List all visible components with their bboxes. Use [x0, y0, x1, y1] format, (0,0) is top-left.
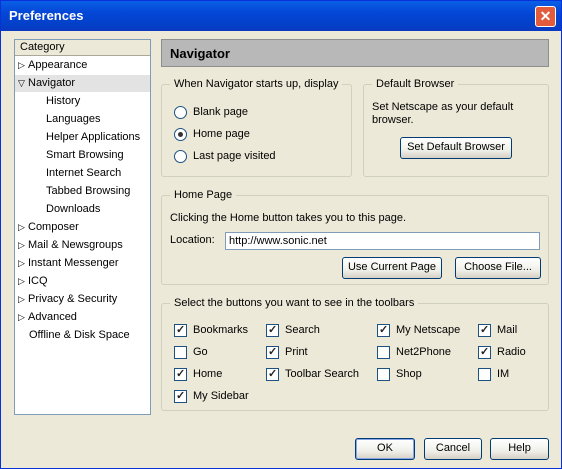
sidebar-item-history[interactable]: History: [46, 93, 80, 110]
checkbox-checked-icon[interactable]: [174, 389, 187, 404]
preferences-window: Preferences ✕ Category ▷ Appearance ▽ Navi…: [0, 0, 562, 469]
home-page-group: Home Page Clicking the Home button takes…: [161, 189, 549, 285]
radio-icon[interactable]: [174, 150, 187, 163]
sidebar-item-composer[interactable]: ▷ Composer: [18, 219, 79, 236]
expand-arrow-icon[interactable]: ▷: [18, 237, 28, 254]
checkbox-checked-icon[interactable]: [174, 323, 187, 338]
home-page-text: Clicking the Home button takes you to th…: [170, 212, 407, 224]
category-tree: Category ▷ Appearance ▽ Navigator History …: [14, 39, 151, 415]
set-default-browser-button[interactable]: Set Default Browser: [400, 137, 512, 159]
choose-file-button[interactable]: Choose File...: [455, 257, 541, 279]
startup-legend: When Navigator starts up, display: [170, 78, 343, 90]
expand-arrow-icon[interactable]: ▷: [18, 309, 28, 326]
sidebar-item-mail-newsgroups[interactable]: ▷ Mail & Newsgroups: [18, 237, 123, 254]
sidebar-item-advanced[interactable]: ▷ Advanced: [18, 309, 77, 326]
sidebar-item-icq[interactable]: ▷ ICQ: [18, 273, 48, 290]
category-header: Category: [15, 40, 150, 56]
expand-arrow-icon[interactable]: ▷: [18, 291, 28, 308]
title-bar: Preferences ✕: [1, 1, 561, 31]
cancel-button[interactable]: Cancel: [424, 438, 482, 460]
sidebar-item-appearance[interactable]: ▷ Appearance: [18, 57, 87, 74]
sidebar-item-offline-disk-space[interactable]: Offline & Disk Space: [29, 327, 130, 344]
radio-icon[interactable]: [174, 106, 187, 119]
ok-button[interactable]: OK: [355, 438, 415, 460]
checkbox-checked-icon[interactable]: [174, 367, 187, 382]
default-browser-group: Default Browser Set Netscape as your def…: [363, 78, 549, 177]
sidebar-item-instant-messenger[interactable]: ▷ Instant Messenger: [18, 255, 119, 272]
checkbox-icon[interactable]: [478, 368, 491, 381]
radio-selected-icon[interactable]: [174, 128, 187, 141]
checkbox-checked-icon[interactable]: [266, 323, 279, 338]
startup-group: When Navigator starts up, display Blank …: [161, 78, 352, 177]
checkbox-icon[interactable]: [377, 368, 390, 381]
toolbars-group: Select the buttons you want to see in th…: [161, 297, 549, 411]
sidebar-item-downloads[interactable]: Downloads: [46, 201, 100, 218]
expand-arrow-icon[interactable]: ▷: [18, 57, 28, 74]
sidebar-item-internet-search[interactable]: Internet Search: [46, 165, 121, 182]
sidebar-item-helper-applications[interactable]: Helper Applications: [46, 129, 140, 146]
window-title: Preferences: [9, 8, 84, 23]
checkbox-checked-icon[interactable]: [266, 367, 279, 382]
collapse-arrow-icon[interactable]: ▽: [15, 75, 28, 92]
checkbox-checked-icon[interactable]: [266, 345, 279, 360]
location-label: Location:: [170, 234, 215, 246]
sidebar-item-languages[interactable]: Languages: [46, 111, 100, 128]
expand-arrow-icon[interactable]: ▷: [18, 219, 28, 236]
checkbox-icon[interactable]: [377, 346, 390, 359]
page-title: Navigator: [170, 46, 230, 61]
expand-arrow-icon[interactable]: ▷: [18, 273, 28, 290]
toolbars-legend: Select the buttons you want to see in th…: [170, 297, 419, 309]
close-icon[interactable]: ✕: [535, 6, 556, 27]
sidebar-item-tabbed-browsing[interactable]: Tabbed Browsing: [46, 183, 130, 200]
sidebar-item-privacy-security[interactable]: ▷ Privacy & Security: [18, 291, 117, 308]
expand-arrow-icon[interactable]: ▷: [18, 255, 28, 272]
checkbox-checked-icon[interactable]: [377, 323, 390, 338]
use-current-page-button[interactable]: Use Current Page: [342, 257, 442, 279]
home-page-legend: Home Page: [170, 189, 237, 201]
default-browser-legend: Default Browser: [372, 78, 459, 90]
sidebar-item-navigator[interactable]: ▽ Navigator: [15, 75, 150, 92]
default-browser-text: Set Netscape as your default browser.: [372, 101, 514, 126]
checkbox-checked-icon[interactable]: [478, 345, 491, 360]
location-input[interactable]: http://www.sonic.net: [225, 232, 540, 250]
sidebar-item-smart-browsing[interactable]: Smart Browsing: [46, 147, 124, 164]
panel-header: Navigator: [161, 39, 549, 67]
help-button[interactable]: Help: [490, 438, 549, 460]
checkbox-checked-icon[interactable]: [478, 323, 491, 338]
checkbox-icon[interactable]: [174, 346, 187, 359]
